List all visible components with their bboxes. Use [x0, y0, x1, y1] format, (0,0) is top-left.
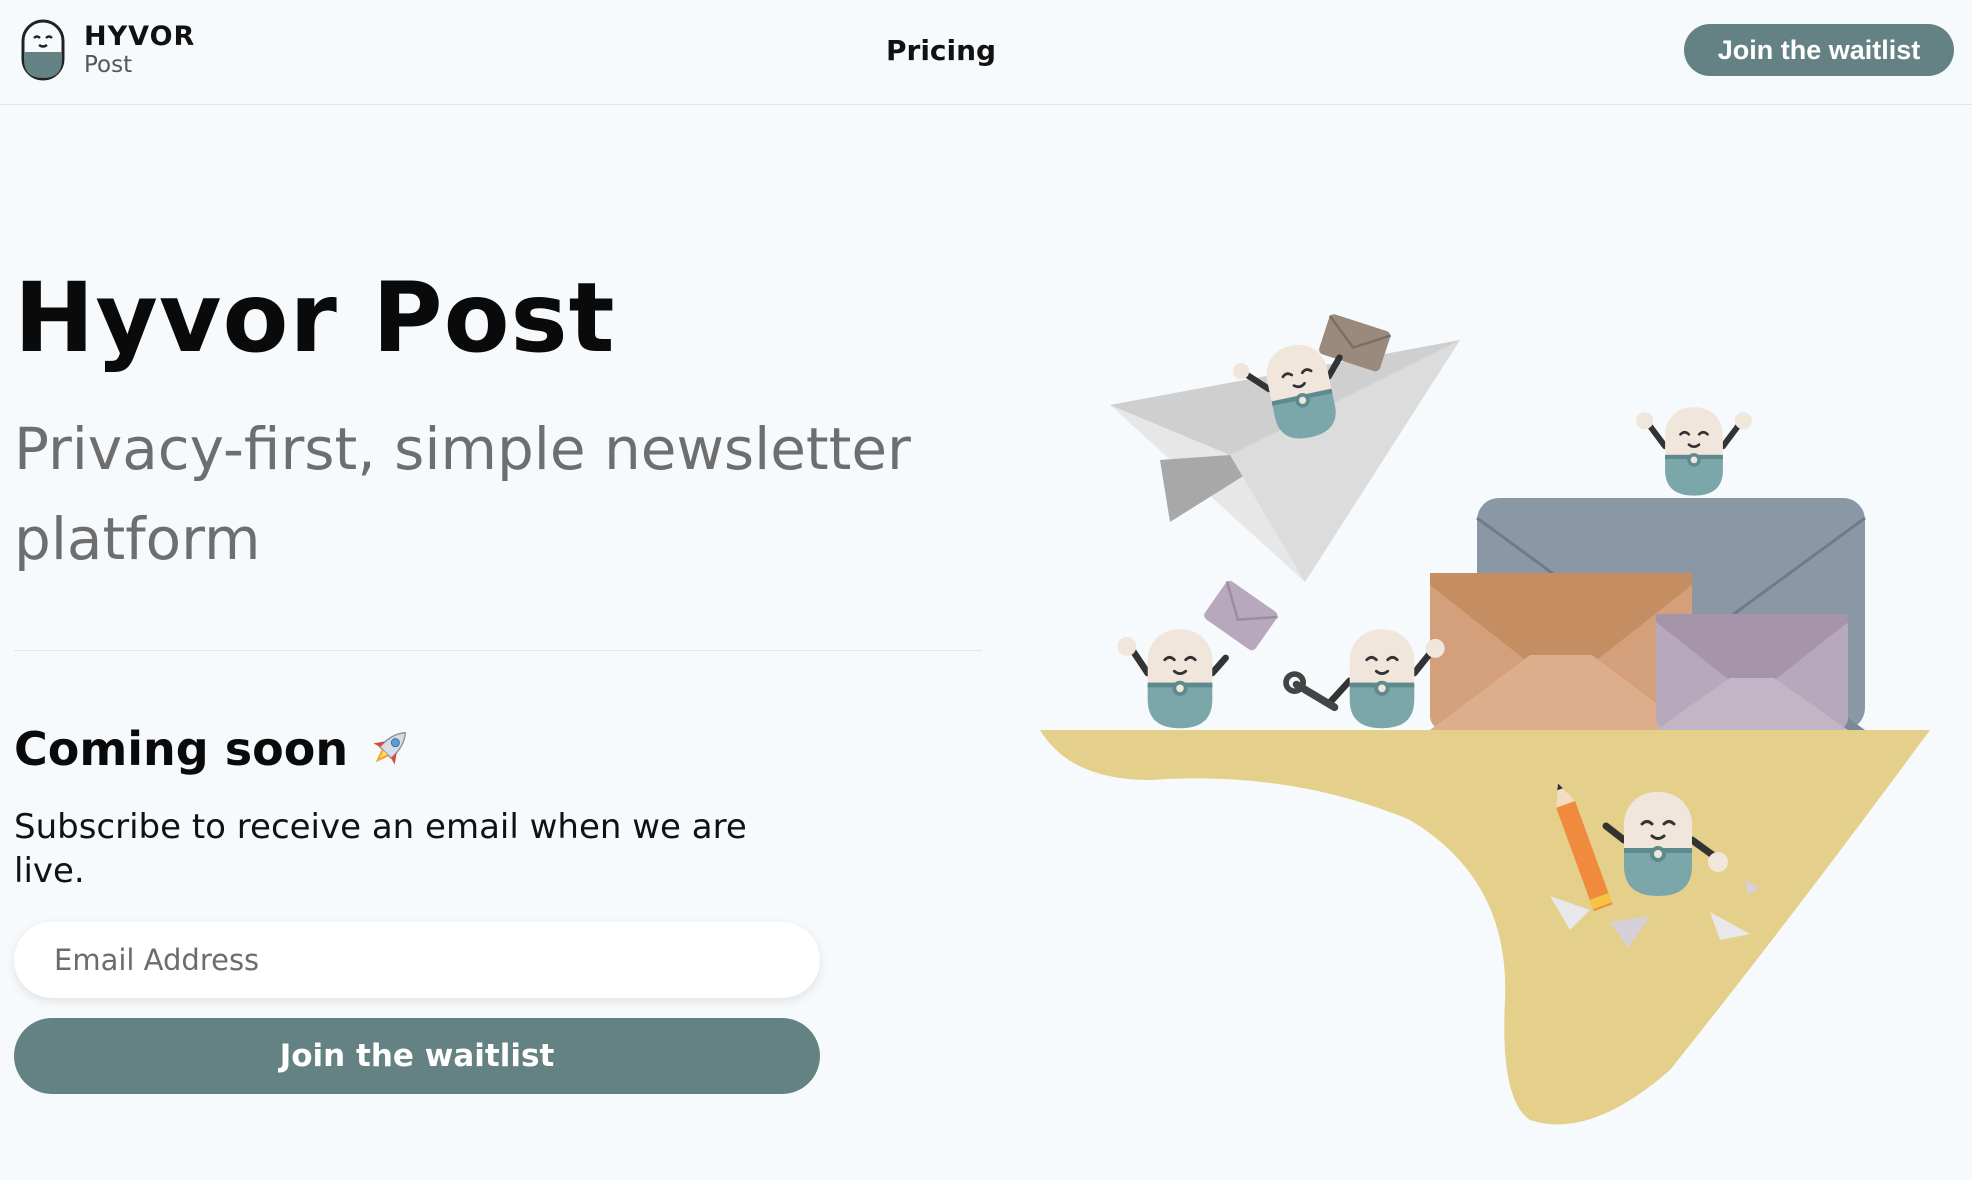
- page-title: Hyvor Post: [14, 262, 616, 374]
- brand-logo[interactable]: HYVOR Post: [20, 18, 195, 82]
- hero-illustration: [1040, 314, 1930, 1125]
- mascot-envelope-top: [1636, 405, 1752, 497]
- header-join-waitlist-button[interactable]: Join the waitlist: [1684, 24, 1954, 76]
- small-envelope-purple-icon: [1204, 580, 1278, 651]
- brand-product: Post: [84, 52, 133, 78]
- coming-soon-text: Coming soon: [14, 722, 349, 776]
- brand-name: HYVOR: [84, 21, 196, 52]
- envelope-orange-icon: [1430, 573, 1692, 730]
- coming-soon-heading: Coming soon: [14, 722, 416, 776]
- top-header: HYVOR Post Pricing Join the waitlist: [0, 0, 1972, 105]
- page-subtitle: Privacy-first, simple newsletter platfor…: [14, 415, 911, 573]
- section-divider: [14, 650, 982, 651]
- nav-pricing-link[interactable]: Pricing: [886, 34, 996, 67]
- mascot-left: [1117, 627, 1229, 730]
- mascot-logo-icon: [21, 19, 65, 81]
- join-waitlist-button[interactable]: Join the waitlist: [14, 1018, 820, 1094]
- subscribe-description: Subscribe to receive an email when we ar…: [14, 807, 747, 891]
- island-shape: [1040, 730, 1930, 1125]
- mascot-wrench: [1283, 627, 1445, 730]
- email-input[interactable]: [14, 922, 820, 998]
- small-envelope-brown-icon: [1319, 314, 1392, 372]
- envelope-purple-icon: [1656, 614, 1848, 730]
- rocket-icon: [373, 731, 407, 765]
